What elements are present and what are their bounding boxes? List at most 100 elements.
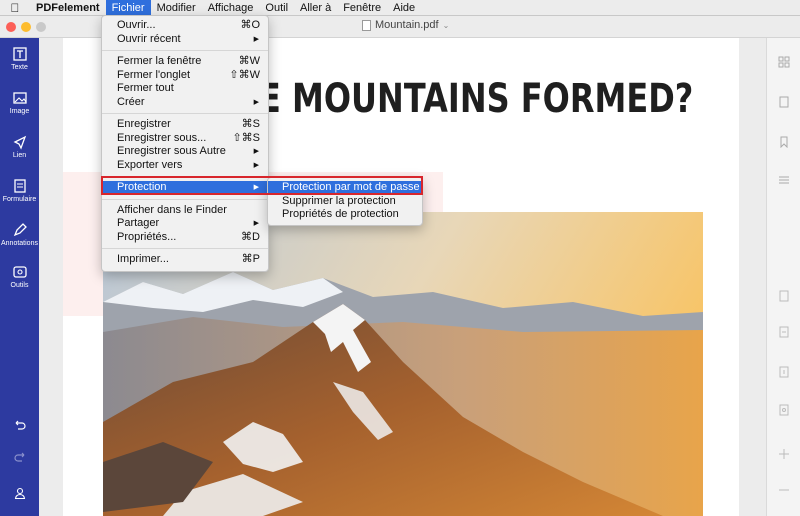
- menu-item-creer[interactable]: Créer ▶: [102, 96, 268, 110]
- menu-item-label: Fermer tout: [117, 82, 174, 94]
- shortcut-label: ⌘P: [241, 253, 260, 265]
- menu-aide[interactable]: Aide: [387, 0, 421, 16]
- submenu-item-password-protection[interactable]: Protection par mot de passe: [268, 181, 422, 195]
- shortcut-label: ⌘D: [241, 230, 260, 243]
- menu-separator: [102, 113, 268, 114]
- sidebar-label-image: Image: [9, 108, 30, 115]
- menu-item-fermer-onglet[interactable]: Fermer l'onglet ⇧⌘W: [102, 69, 268, 83]
- submenu-arrow-icon: ▶: [253, 98, 259, 106]
- menu-item-enregistrer-autre[interactable]: Enregistrer sous Autre ▶: [102, 145, 268, 159]
- menu-item-enregistrer-sous[interactable]: Enregistrer sous... ⇧⌘S: [102, 132, 268, 146]
- undo-icon[interactable]: [0, 418, 39, 436]
- menu-item-label: Propriétés...: [117, 230, 177, 243]
- menu-item-label: Créer: [117, 95, 145, 108]
- sidebar-label-formulaire: Formulaire: [2, 196, 37, 203]
- menu-item-proprietes[interactable]: Propriétés... ⌘D: [102, 231, 268, 245]
- menu-item-imprimer[interactable]: Imprimer... ⌘P: [102, 253, 268, 267]
- sidebar-label-texte: Texte: [11, 64, 28, 71]
- sidebar-item-annotations[interactable]: Annotations: [0, 222, 39, 247]
- minimize-window-button[interactable]: [21, 22, 31, 32]
- shortcut-label: ⇧⌘W: [229, 68, 260, 81]
- tools-icon: [12, 266, 27, 278]
- menu-item-label: Fermer l'onglet: [117, 68, 191, 81]
- menu-affichage[interactable]: Affichage: [202, 0, 260, 16]
- sidebar-label-lien: Lien: [12, 152, 27, 159]
- menu-separator: [102, 176, 268, 177]
- pdf-file-icon: [362, 19, 371, 31]
- image-icon: [12, 92, 27, 104]
- crop-icon[interactable]: [778, 404, 790, 416]
- sidebar-item-image[interactable]: Image: [0, 90, 39, 115]
- menu-item-ouvrir-recent[interactable]: Ouvrir récent ▶: [102, 33, 268, 47]
- account-icon[interactable]: [0, 486, 39, 504]
- menu-separator: [102, 198, 268, 200]
- submenu-item-remove-protection[interactable]: Supprimer la protection: [268, 195, 422, 209]
- submenu-item-protection-properties[interactable]: Propriétés de protection: [268, 208, 422, 222]
- menu-item-label: Enregistrer sous Autre: [117, 145, 226, 157]
- menu-app-name[interactable]: PDFelement: [30, 0, 106, 16]
- sidebar-label-annotations: Annotations: [1, 240, 38, 247]
- menu-modifier[interactable]: Modifier: [151, 0, 202, 16]
- sidebar-item-outils[interactable]: Outils: [0, 264, 39, 289]
- close-window-button[interactable]: [6, 22, 16, 32]
- protection-submenu: Protection par mot de passe Supprimer la…: [267, 177, 423, 226]
- submenu-arrow-icon: ▶: [253, 35, 259, 43]
- menu-item-exporter[interactable]: Exporter vers ▶: [102, 159, 268, 173]
- document-title-text: Mountain.pdf: [375, 19, 439, 31]
- shortcut-label: ⌘O: [240, 19, 260, 31]
- menu-item-fermer-tout[interactable]: Fermer tout: [102, 82, 268, 96]
- menu-item-fermer-fenetre[interactable]: Fermer la fenêtre ⌘W: [102, 55, 268, 69]
- menu-fichier[interactable]: Fichier: [105, 0, 151, 16]
- page-tool-icon[interactable]: [778, 290, 790, 302]
- menu-item-ouvrir[interactable]: Ouvrir... ⌘O: [102, 19, 268, 33]
- link-icon: [13, 135, 26, 150]
- submenu-arrow-icon: ▶: [253, 220, 259, 227]
- window-controls: [6, 22, 46, 32]
- page-icon[interactable]: [778, 96, 790, 108]
- annotation-icon: [13, 223, 27, 237]
- sidebar-item-formulaire[interactable]: Formulaire: [0, 178, 39, 203]
- menu-item-label: Enregistrer: [117, 118, 171, 130]
- zoom-in-icon[interactable]: [778, 448, 790, 460]
- menu-item-label: Imprimer...: [117, 253, 169, 265]
- redo-icon[interactable]: [0, 450, 39, 468]
- list-icon[interactable]: [778, 174, 790, 186]
- apple-icon[interactable]: : [0, 1, 30, 15]
- chevron-down-icon: ⌄: [442, 20, 450, 30]
- thumbnails-icon[interactable]: [778, 56, 790, 68]
- menu-item-enregistrer[interactable]: Enregistrer ⌘S: [102, 118, 268, 132]
- menu-aller-a[interactable]: Aller à: [294, 0, 337, 16]
- menu-outil[interactable]: Outil: [259, 0, 294, 16]
- menu-item-label: Fermer la fenêtre: [117, 55, 202, 67]
- menu-fenetre[interactable]: Fenêtre: [337, 0, 387, 16]
- menu-item-label: Ouvrir récent: [117, 32, 181, 45]
- menu-separator: [102, 248, 268, 249]
- sidebar-label-outils: Outils: [10, 282, 29, 289]
- shortcut-label: ⌘W: [238, 55, 260, 67]
- bookmark-icon[interactable]: [778, 136, 790, 148]
- menu-item-protection[interactable]: Protection ▶: [102, 181, 268, 195]
- menu-item-label: Partager: [117, 217, 160, 229]
- shortcut-label: ⇧⌘S: [232, 131, 260, 144]
- shortcut-label: ⌘S: [241, 118, 260, 130]
- convert-icon[interactable]: [778, 326, 790, 338]
- menu-bar:  PDFelement Fichier Modifier Affichage …: [0, 0, 800, 16]
- document-title[interactable]: Mountain.pdf ⌄: [362, 19, 449, 31]
- left-toolbar: Texte Image Lien Formulaire Annotations …: [0, 38, 39, 516]
- text-tool-icon: [12, 47, 27, 61]
- menu-item-partager[interactable]: Partager ▶: [102, 217, 268, 231]
- menu-item-label: Protection: [117, 181, 167, 193]
- zoom-window-button[interactable]: [36, 22, 46, 32]
- zoom-out-icon[interactable]: [778, 484, 790, 496]
- menu-item-label: Ouvrir...: [117, 19, 156, 31]
- right-panel: [766, 38, 800, 516]
- submenu-arrow-icon: ▶: [253, 184, 259, 191]
- menu-item-label: Afficher dans le Finder: [117, 203, 227, 216]
- file-menu-dropdown: Ouvrir... ⌘O Ouvrir récent ▶ Fermer la fen…: [101, 15, 269, 272]
- menu-item-afficher-finder[interactable]: Afficher dans le Finder: [102, 204, 268, 218]
- extract-icon[interactable]: [778, 366, 790, 378]
- form-icon: [13, 179, 26, 193]
- sidebar-item-lien[interactable]: Lien: [0, 134, 39, 159]
- sidebar-item-texte[interactable]: Texte: [0, 46, 39, 71]
- page-headline: E MOUNTAINS FORMED?: [259, 76, 694, 122]
